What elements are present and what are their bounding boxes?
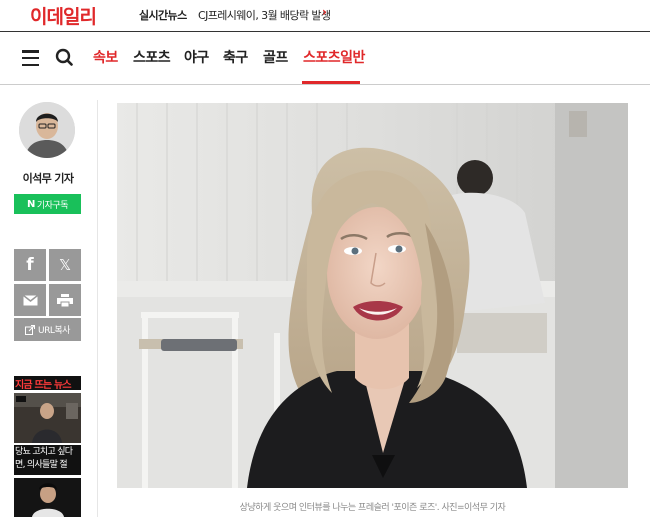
- ticker-arrow-icon[interactable]: ›: [322, 5, 327, 19]
- search-icon[interactable]: [55, 48, 73, 66]
- realtime-news-label[interactable]: 실시간뉴스: [139, 7, 187, 23]
- printer-icon: [57, 293, 73, 307]
- nav-item-sports-general[interactable]: 스포츠일반: [303, 47, 365, 67]
- trending-item-thumbnail[interactable]: [14, 393, 81, 443]
- trending-item-headline-line1: 당뇨 고치고 싶다: [15, 447, 73, 457]
- trending-item-thumbnail-2[interactable]: [14, 478, 81, 517]
- main-nav: 속보 스포츠 야구 축구 골프 스포츠일반: [0, 33, 650, 85]
- reporter-name[interactable]: 이석무 기자: [20, 170, 76, 186]
- link-share-icon: [25, 324, 36, 335]
- facebook-icon: f: [26, 255, 34, 275]
- hamburger-menu-icon[interactable]: [22, 50, 39, 67]
- nav-item-golf[interactable]: 골프: [263, 47, 288, 67]
- active-tab-indicator: [302, 81, 360, 84]
- subscribe-reporter-button[interactable]: N 기자구독: [14, 194, 81, 214]
- x-share-button[interactable]: 𝕏: [49, 249, 81, 281]
- url-copy-label: URL복사: [38, 326, 70, 336]
- subscribe-label: 기자구독: [36, 200, 69, 211]
- nav-item-baseball[interactable]: 야구: [184, 47, 209, 67]
- mail-icon: [22, 294, 38, 305]
- site-logo[interactable]: 이데일리: [30, 2, 97, 29]
- trending-item-headline[interactable]: 당뇨 고치고 싶다 면, 의사들말 절: [14, 445, 81, 475]
- naver-n-icon: N: [27, 198, 35, 210]
- nav-item-sports[interactable]: 스포츠: [133, 47, 171, 67]
- column-divider: [97, 100, 98, 517]
- trending-item-headline-line2: 면, 의사들말 절: [15, 460, 68, 470]
- top-bar: 이데일리 실시간뉴스 CJ프레시웨이, 3월 배당락 발생 ›: [0, 0, 650, 32]
- email-share-button[interactable]: [14, 284, 46, 316]
- nav-item-breaking[interactable]: 속보: [93, 47, 118, 67]
- photo-caption: 상냥하게 웃으며 인터뷰를 나누는 프레슬러 '포이즌 로즈'. 사진=이석무 …: [239, 503, 506, 513]
- nav-item-soccer[interactable]: 축구: [223, 47, 248, 67]
- x-icon: 𝕏: [58, 256, 72, 274]
- trending-title: 지금 뜨는 뉴스: [14, 376, 81, 390]
- reporter-avatar[interactable]: [19, 102, 75, 158]
- url-copy-button[interactable]: URL복사: [14, 318, 81, 341]
- news-ticker[interactable]: CJ프레시웨이, 3월 배당락 발생: [198, 7, 331, 23]
- print-button[interactable]: [49, 284, 81, 316]
- article-photo[interactable]: [117, 103, 628, 488]
- facebook-share-button[interactable]: f: [14, 249, 46, 281]
